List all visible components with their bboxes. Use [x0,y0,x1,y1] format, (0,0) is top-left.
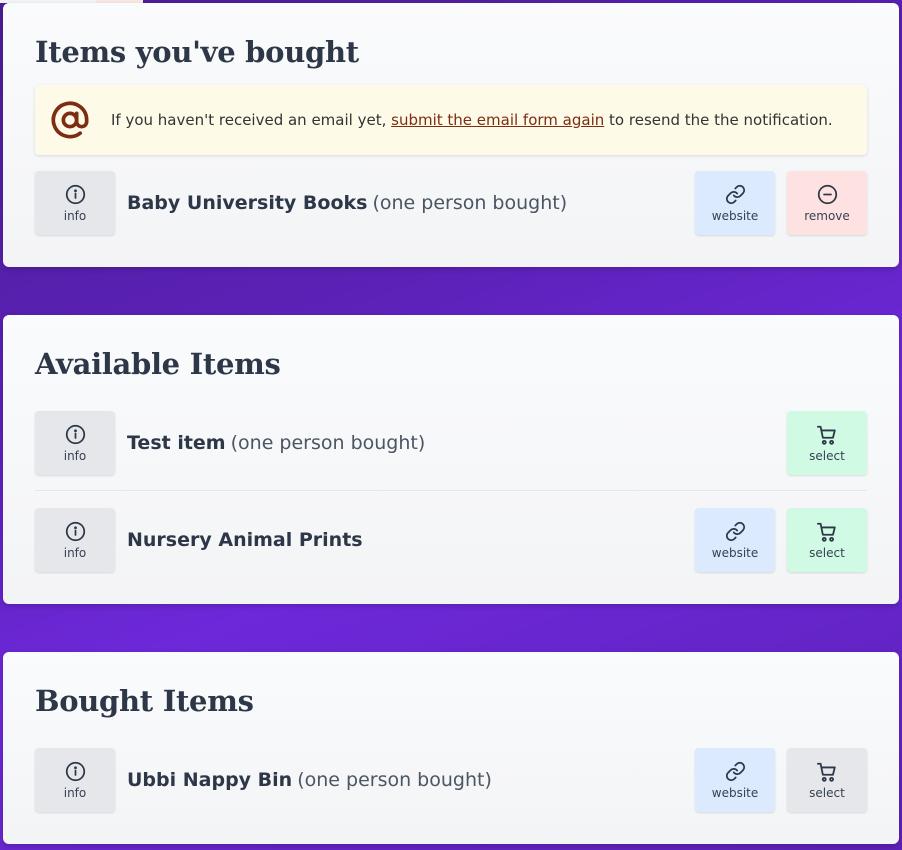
info-button[interactable]: info [35,508,115,572]
item-bought-note: (one person bought) [372,192,568,214]
website-button[interactable]: website [695,748,775,812]
section-title: Bought Items [35,684,254,718]
info-icon [64,761,86,783]
info-button[interactable]: info [35,171,115,235]
shopping-cart-icon [816,424,838,446]
at-sign-icon [50,100,90,140]
item-title: Baby University Books (one person bought… [127,171,567,235]
select-button[interactable]: select [787,748,867,812]
link-icon [724,761,746,783]
select-button-label: select [809,785,845,800]
info-button-label: info [63,448,87,463]
select-button[interactable]: select [787,508,867,572]
link-icon [724,521,746,543]
item-title: Nursery Animal Prints [127,508,363,572]
website-button-label: website [711,785,759,800]
item-name: Ubbi Nappy Bin [127,769,293,791]
remove-button[interactable]: remove [787,171,867,235]
website-button-label: website [711,208,759,223]
list-item: info Ubbi Nappy Bin (one person bought) … [35,748,867,812]
notice-text-after: to resend the the notification. [609,111,833,129]
info-button-label: info [63,545,87,560]
info-icon [64,521,86,543]
my-purchases-card: Items you've bought If you haven't recei… [3,3,899,267]
section-title: Available Items [35,347,281,381]
remove-button-label: remove [804,208,850,223]
list-item: info Test item (one person bought) selec… [35,411,867,491]
item-name: Baby University Books [127,192,368,214]
select-button-label: select [809,545,845,560]
resend-email-link[interactable]: submit the email form again [391,111,604,129]
website-button[interactable]: website [695,508,775,572]
item-title: Ubbi Nappy Bin (one person bought) [127,748,492,812]
notice-text-before: If you haven't received an email yet, [111,111,387,129]
bought-items-card: Bought Items info Ubbi Nappy Bin (one pe… [3,652,899,844]
notice-text: If you haven't received an email yet, su… [111,111,833,129]
info-button-label: info [63,785,87,800]
select-button[interactable]: select [787,411,867,475]
email-notice: If you haven't received an email yet, su… [35,85,867,155]
info-icon [64,184,86,206]
select-button-label: select [809,448,845,463]
item-title: Test item (one person bought) [127,411,425,475]
website-button[interactable]: website [695,171,775,235]
shopping-cart-icon [816,521,838,543]
info-button-label: info [63,208,87,223]
info-button[interactable]: info [35,411,115,475]
section-title: Items you've bought [35,35,359,69]
link-icon [724,184,746,206]
item-name: Nursery Animal Prints [127,529,363,551]
info-button[interactable]: info [35,748,115,812]
list-item: info Nursery Animal Prints website selec… [35,508,867,572]
minus-circle-icon [816,184,838,206]
shopping-cart-icon [816,761,838,783]
website-button-label: website [711,545,759,560]
list-item: info Baby University Books (one person b… [35,171,867,235]
item-bought-note: (one person bought) [230,432,426,454]
item-bought-note: (one person bought) [297,769,492,791]
item-name: Test item [127,432,226,454]
available-items-card: Available Items info Test item (one pers… [3,315,899,604]
info-icon [64,424,86,446]
